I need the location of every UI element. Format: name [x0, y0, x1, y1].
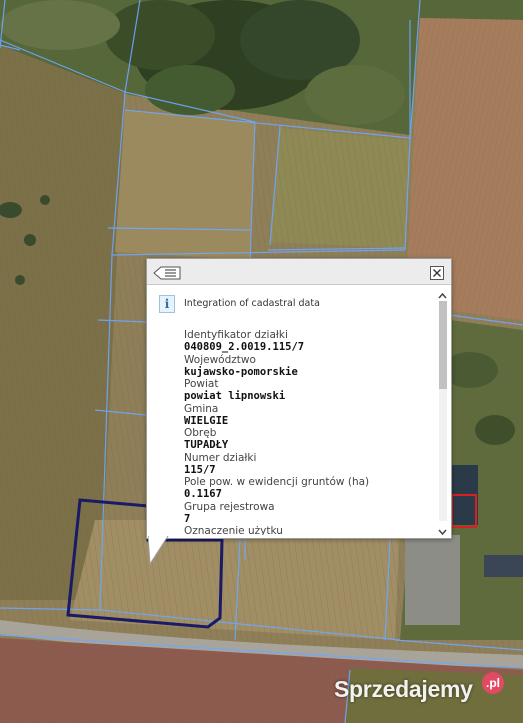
scroll-track[interactable] — [439, 301, 447, 521]
field-oznaczenie-uzytku: Oznaczenie użytku — [184, 525, 424, 535]
close-icon[interactable] — [430, 265, 444, 280]
field-label: Powiat — [184, 378, 219, 390]
popup-pointer — [148, 536, 169, 566]
field-powiat: Powiat powiat lipnowski — [184, 378, 424, 403]
field-value: 040809_2.0019.115/7 — [184, 341, 305, 353]
popup-title: Integration of cadastral data — [184, 298, 320, 309]
field-grupa-rejestrowa: Grupa rejestrowa 7 — [184, 501, 424, 526]
field-label: Gmina — [184, 402, 219, 415]
field-obreb: Obręb TUPADŁY — [184, 427, 424, 452]
field-label: Oznaczenie użytku — [184, 525, 283, 535]
field-wojewodztwo: Województwo kujawsko-pomorskie — [184, 354, 424, 379]
field-numer-dzialki: Numer działki 115/7 — [184, 452, 424, 477]
info-icon: i — [159, 295, 175, 313]
field-value: 0.1167 — [184, 488, 222, 500]
field-value: powiat lipnowski — [184, 390, 286, 402]
field-pole-powierzchni: Pole pow. w ewidencji gruntów (ha) 0.116… — [184, 476, 424, 501]
scroll-down-icon[interactable] — [436, 523, 449, 536]
scroll-thumb[interactable] — [439, 301, 447, 389]
watermark-badge: .pl — [482, 672, 504, 694]
list-menu-icon[interactable] — [153, 265, 181, 280]
field-label: Numer działki — [184, 451, 257, 464]
field-value: TUPADŁY — [184, 439, 229, 451]
cadastral-info-popup: i Integration of cadastral data Identyfi… — [146, 258, 452, 539]
field-label: Województwo — [184, 353, 256, 366]
scroll-up-icon[interactable] — [436, 287, 449, 299]
parcel-attributes: Identyfikator działki 040809_2.0019.115/… — [184, 329, 424, 535]
field-label: Grupa rejestrowa — [184, 500, 275, 513]
field-label: Obręb — [184, 427, 217, 439]
field-value: 7 — [184, 512, 191, 525]
field-value: WIELGIE — [184, 414, 229, 427]
field-value: 115/7 — [184, 463, 216, 476]
field-identyfikator: Identyfikator działki 040809_2.0019.115/… — [184, 329, 424, 354]
popup-header — [147, 259, 451, 285]
field-label: Pole pow. w ewidencji gruntów (ha) — [184, 476, 370, 488]
field-label: Identyfikator działki — [184, 329, 288, 341]
watermark-text: Sprzedajemy — [334, 676, 473, 702]
popup-scrollbar[interactable] — [436, 287, 449, 536]
field-gmina: Gmina WIELGIE — [184, 403, 424, 428]
field-value: kujawsko-pomorskie — [184, 365, 298, 378]
